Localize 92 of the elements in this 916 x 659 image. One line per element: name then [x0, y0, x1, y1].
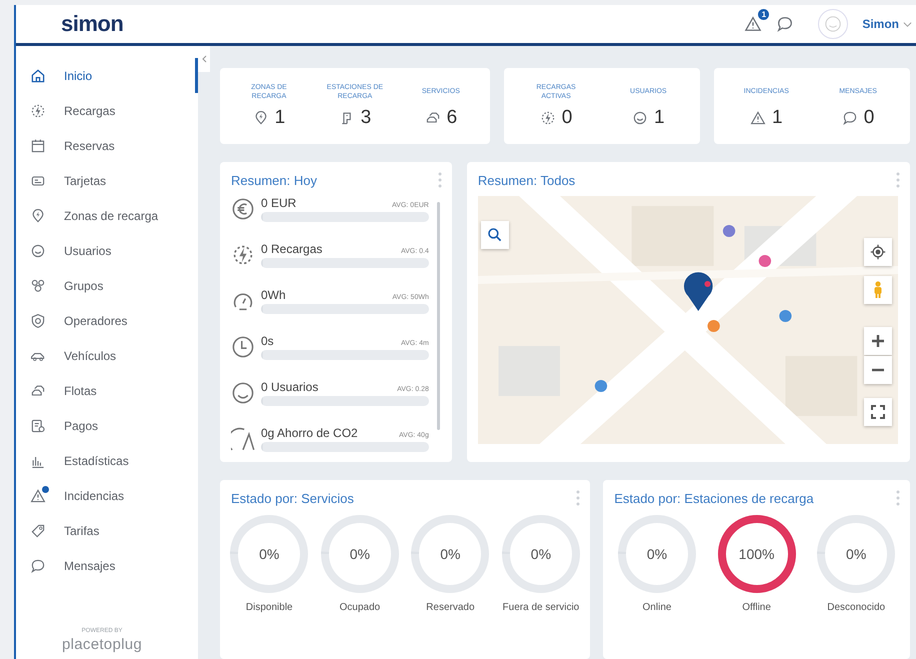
search-icon [486, 227, 503, 243]
invoice-icon [30, 418, 46, 434]
home-icon [30, 68, 46, 84]
summary-value: 0 EUR [261, 196, 296, 210]
smiley-icon [231, 381, 255, 405]
stat-value: 3 [360, 107, 372, 130]
sidebar-item[interactable]: Vehículos [16, 338, 198, 373]
more-options-icon[interactable] [896, 172, 900, 188]
collapse-button[interactable] [198, 46, 210, 72]
percentage: 100% [738, 546, 774, 562]
warning-icon [744, 15, 762, 33]
group-icon [30, 278, 46, 294]
ring-label: Reservado [426, 601, 475, 615]
stat-value: 1 [654, 107, 665, 129]
cars-icon [30, 382, 46, 398]
stat-value: 6 [446, 107, 458, 129]
clock-icon [231, 335, 255, 359]
sidebar-item[interactable]: Pagos [16, 408, 198, 443]
percentage: 0% [646, 546, 668, 562]
warning-icon [750, 110, 766, 126]
card-title: Resumen: Hoy [231, 172, 317, 188]
summary-value: 0 Usuarios [261, 380, 318, 394]
pin-icon [30, 208, 46, 224]
euro-icon [231, 197, 255, 221]
ring-label: Online [642, 601, 672, 615]
sidebar-item[interactable]: Estadísticas [16, 443, 198, 478]
chevron-left-icon [201, 55, 207, 63]
more-options-icon[interactable] [576, 490, 580, 506]
scrollbar[interactable] [436, 202, 440, 430]
summary-value: 0 Recargas [261, 242, 322, 256]
pin-icon [252, 110, 269, 126]
sidebar-item[interactable]: Flotas [16, 373, 198, 408]
shield-icon [30, 312, 46, 328]
stat-value: 0 [562, 107, 572, 130]
tag-icon [30, 522, 46, 538]
calendar-icon [30, 138, 46, 154]
ring-label: Offline [742, 601, 771, 615]
zoom-in-button[interactable] [864, 327, 892, 355]
zoom-out-button[interactable] [864, 356, 892, 384]
more-options-icon[interactable] [896, 490, 900, 506]
sidebar-item[interactable]: Incidencias [16, 478, 198, 513]
sidebar-item[interactable]: Usuarios [16, 233, 198, 268]
sidebar-item[interactable]: Mensajes [16, 548, 198, 583]
search-button[interactable] [480, 221, 509, 249]
speech-bubble-icon [30, 558, 46, 574]
fullscreen-icon [871, 405, 885, 419]
stat-value: 1 [274, 107, 286, 130]
sidebar-item[interactable]: Recargas [16, 93, 198, 128]
percentage: 0% [350, 546, 370, 562]
ring-label: Desconocido [827, 601, 886, 615]
summary-value: 0s [261, 334, 274, 348]
smiley-icon [632, 110, 648, 126]
fullscreen-button[interactable] [864, 398, 892, 426]
bolt-icon [540, 110, 556, 126]
user-menu[interactable]: Simon [862, 17, 916, 31]
sidebar-item[interactable]: Reservas [16, 128, 198, 163]
sidebar-item[interactable]: Zonas de recarga [16, 198, 198, 233]
logo: simon [61, 11, 124, 37]
sidebar-item[interactable]: Grupos [16, 268, 198, 303]
sidebar-item[interactable]: Operadores [16, 303, 198, 338]
summary-value: 0g Ahorro de CO2 [261, 426, 358, 440]
percentage: 0% [440, 546, 460, 562]
sidebar-item[interactable]: Tarjetas [16, 163, 198, 198]
plus-icon [871, 334, 885, 348]
card-title: Resumen: Todos [478, 172, 576, 188]
summary-value: 0Wh [261, 288, 286, 302]
notification-badge: 1 [758, 9, 770, 20]
bolt-icon [30, 102, 46, 118]
sidebar-item[interactable]: Tarifas [16, 513, 198, 548]
ring-label: Fuera de servicio [502, 601, 580, 615]
brand-logo: placetoplug [62, 636, 142, 653]
smiley-icon [30, 242, 46, 258]
locate-button[interactable] [864, 238, 892, 266]
stat-value: 1 [772, 107, 783, 129]
card-title: Estado por: Servicios [231, 490, 354, 506]
bolt-icon [231, 243, 255, 267]
card-title: Estado por: Estaciones de recarga [614, 490, 814, 506]
street-view-button[interactable] [864, 276, 892, 304]
percentage: 0% [846, 546, 866, 562]
crosshair-icon [870, 244, 886, 260]
person-icon [872, 281, 884, 299]
warning-icon [30, 488, 46, 504]
speech-bubble-icon [842, 110, 858, 126]
stat-value: 0 [864, 107, 874, 129]
more-options-icon[interactable] [438, 172, 442, 188]
percentage: 0% [530, 546, 552, 562]
avatar[interactable] [818, 9, 848, 39]
percentage: 0% [259, 546, 280, 562]
speech-bubble-icon [776, 15, 794, 33]
ring-label: Disponible [246, 601, 293, 615]
chevron-down-icon [903, 20, 912, 28]
ring-label: Ocupado [340, 601, 380, 615]
